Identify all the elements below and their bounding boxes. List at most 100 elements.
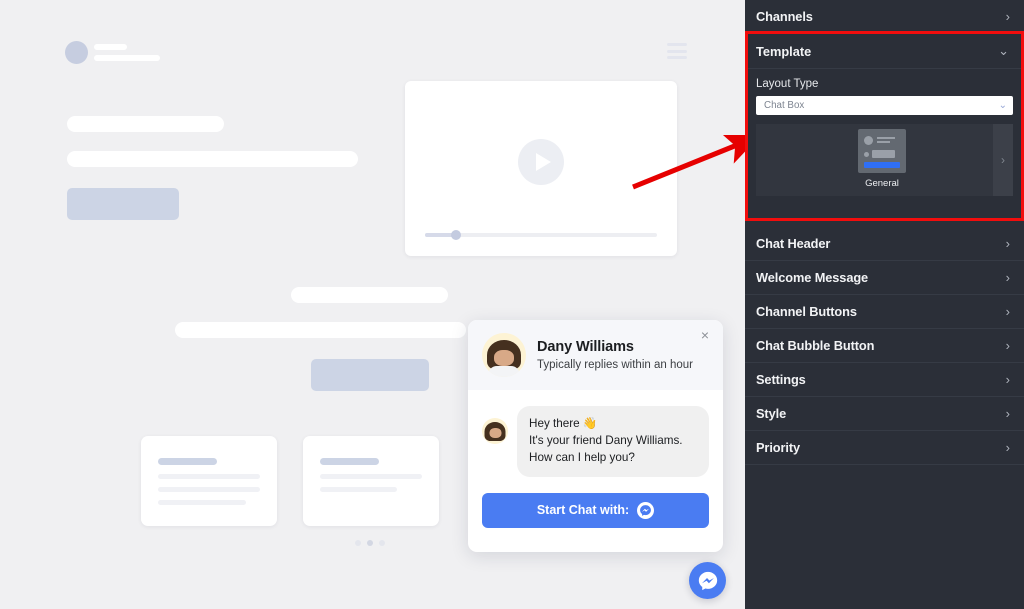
- hamburger-bar: [667, 49, 687, 53]
- layout-type-value: Chat Box: [764, 100, 805, 111]
- template-section: Template ⌄ Layout Type Chat Box ⌄ Genera…: [745, 31, 1024, 221]
- template-section-title: Template: [756, 43, 812, 59]
- sidebar-item-chat-header[interactable]: Chat Header ›: [745, 227, 1024, 261]
- avatar-body: [488, 366, 520, 377]
- carousel-dot-active[interactable]: [367, 540, 373, 546]
- layout-type-label: Layout Type: [756, 78, 819, 90]
- settings-sidebar: Channels › Template ⌄ Layout Type Chat B…: [745, 0, 1024, 609]
- chevron-right-icon: ›: [1005, 304, 1010, 319]
- template-section-body: Layout Type Chat Box ⌄ General ›: [748, 69, 1021, 196]
- skeleton-bar: [175, 322, 466, 338]
- carousel-dots[interactable]: [355, 540, 385, 546]
- skeleton-name-bar: [94, 44, 127, 50]
- sidebar-item-label: Style: [756, 406, 787, 421]
- sidebar-item-label: Welcome Message: [756, 270, 869, 285]
- sidebar-item-label: Channels: [756, 9, 813, 24]
- carousel-dot[interactable]: [355, 540, 361, 546]
- thumb-bubble: [872, 150, 895, 158]
- sidebar-item-label: Chat Header: [756, 236, 831, 251]
- sidebar-item-priority[interactable]: Priority ›: [745, 431, 1024, 465]
- template-carousel: General ›: [756, 124, 1013, 196]
- chat-widget: Dany Williams Typically replies within a…: [468, 320, 723, 552]
- agent-name: Dany Williams: [537, 339, 634, 355]
- thumb-avatar-small: [864, 152, 869, 157]
- carousel-dot[interactable]: [379, 540, 385, 546]
- sidebar-item-label: Chat Bubble Button: [756, 338, 875, 353]
- skeleton-avatar: [65, 41, 88, 64]
- sidebar-item-channel-buttons[interactable]: Channel Buttons ›: [745, 295, 1024, 329]
- hamburger-bar: [667, 43, 687, 46]
- skeleton-chip: [67, 188, 179, 220]
- card-title-skeleton: [158, 458, 217, 465]
- chevron-right-icon: ›: [1005, 440, 1010, 455]
- video-progress-knob[interactable]: [450, 230, 461, 240]
- chevron-down-icon: ⌄: [998, 43, 1009, 58]
- template-section-header[interactable]: Template ⌄: [748, 34, 1021, 69]
- messenger-icon: [698, 571, 717, 590]
- skeleton-bar: [67, 116, 224, 132]
- video-placeholder[interactable]: [405, 81, 677, 256]
- video-progress-track[interactable]: [425, 230, 657, 240]
- skeleton-chip: [311, 359, 429, 391]
- chat-bubble-fab[interactable]: [689, 562, 726, 599]
- agent-avatar: [482, 333, 526, 377]
- sidebar-item-welcome-message[interactable]: Welcome Message ›: [745, 261, 1024, 295]
- agent-info: Dany Williams Typically replies within a…: [537, 339, 693, 371]
- sidebar-item-label: Channel Buttons: [756, 304, 857, 319]
- sidebar-item-settings[interactable]: Settings ›: [745, 363, 1024, 397]
- agent-status: Typically replies within an hour: [537, 359, 693, 371]
- messenger-glyph: [640, 504, 652, 516]
- chat-widget-body: Hey there 👋 It's your friend Dany Willia…: [468, 390, 723, 477]
- sidebar-item-label: Settings: [756, 372, 806, 387]
- template-thumbnail: [858, 129, 906, 173]
- thumb-line: [877, 137, 895, 139]
- template-card-label: General: [865, 178, 899, 189]
- sidebar-item-style[interactable]: Style ›: [745, 397, 1024, 431]
- chevron-down-icon: ⌄: [998, 100, 1007, 111]
- skeleton-bar: [67, 151, 358, 167]
- messenger-icon: [637, 501, 655, 519]
- skeleton-subtitle-bar: [94, 55, 160, 61]
- card-line-skeleton: [320, 487, 397, 492]
- card-line-skeleton: [158, 500, 246, 505]
- sidebar-item-chat-bubble-button[interactable]: Chat Bubble Button ›: [745, 329, 1024, 363]
- layout-type-select[interactable]: Chat Box ⌄: [756, 96, 1013, 115]
- hamburger-bar: [667, 56, 687, 59]
- chevron-right-icon: ›: [1005, 236, 1010, 251]
- sidebar-item-channels[interactable]: Channels ›: [745, 0, 1024, 34]
- app-root: Dany Williams Typically replies within a…: [0, 0, 1024, 609]
- chevron-right-icon: ›: [1005, 406, 1010, 421]
- message-line-2: It's your friend Dany Williams. How can …: [529, 433, 683, 464]
- content-card: [303, 436, 439, 526]
- close-icon[interactable]: ×: [697, 327, 713, 343]
- play-icon[interactable]: [518, 138, 564, 185]
- content-card: [141, 436, 277, 526]
- card-title-skeleton: [320, 458, 379, 465]
- hamburger-icon[interactable]: [667, 43, 687, 59]
- thumb-line: [877, 141, 890, 143]
- carousel-next-button[interactable]: ›: [993, 124, 1013, 196]
- thumb-avatar: [864, 136, 873, 145]
- sidebar-item-label: Priority: [756, 440, 801, 455]
- chat-message-row: Hey there 👋 It's your friend Dany Willia…: [482, 406, 709, 477]
- template-card-general[interactable]: General: [858, 129, 906, 189]
- card-line-skeleton: [158, 474, 260, 479]
- thumb-button: [864, 162, 900, 168]
- chat-widget-header: Dany Williams Typically replies within a…: [468, 320, 723, 390]
- widget-preview-canvas: Dany Williams Typically replies within a…: [0, 0, 745, 609]
- sidebar-item-list: Chat Header › Welcome Message › Channel …: [745, 227, 1024, 465]
- chevron-right-icon: ›: [1005, 338, 1010, 353]
- avatar-hair: [484, 422, 506, 442]
- chevron-right-icon: ›: [1005, 9, 1010, 24]
- start-chat-button[interactable]: Start Chat with:: [482, 492, 709, 528]
- chevron-right-icon: ›: [1005, 372, 1010, 387]
- start-chat-label: Start Chat with:: [536, 503, 630, 518]
- card-line-skeleton: [158, 487, 260, 492]
- skeleton-bar: [291, 287, 448, 303]
- welcome-message-bubble: Hey there 👋 It's your friend Dany Willia…: [517, 406, 709, 477]
- play-triangle: [535, 152, 551, 171]
- card-line-skeleton: [320, 474, 422, 479]
- message-avatar: [482, 418, 508, 444]
- chevron-right-icon: ›: [1005, 270, 1010, 285]
- video-progress-fill: [425, 233, 453, 237]
